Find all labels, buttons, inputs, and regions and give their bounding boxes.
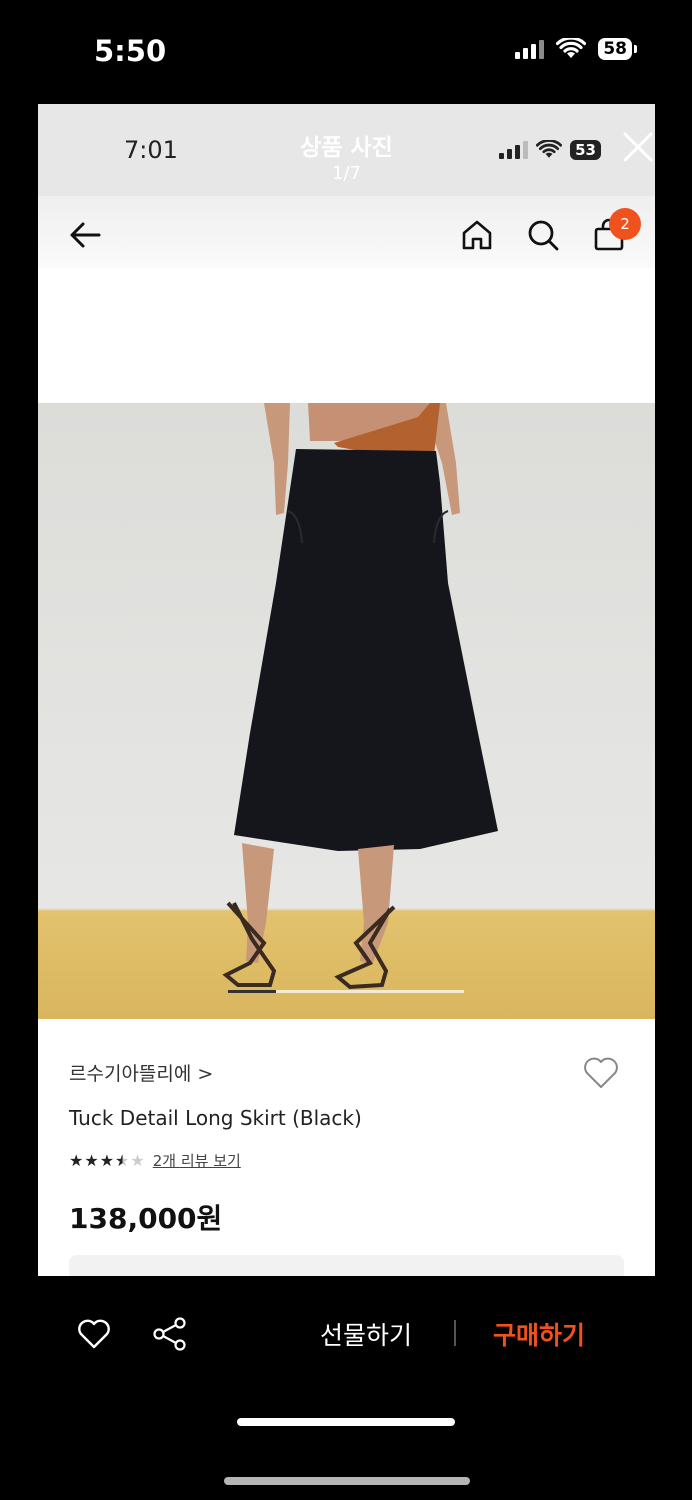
home-icon[interactable] [460, 218, 494, 252]
wifi-icon [536, 140, 563, 158]
buy-button[interactable]: 구매하기 [493, 1316, 585, 1352]
heart-icon[interactable] [581, 1053, 621, 1093]
product-screen: 7:01 상품 사진 1/7 53 2 르수기아뜰리에 > Tuck Detai… [38, 104, 655, 1276]
outer-status-bar: 5:50 58 [0, 0, 692, 104]
battery-indicator: 58 [598, 38, 637, 60]
product-price: 138,000원 [69, 1202, 223, 1235]
gift-button[interactable]: 선물하기 [320, 1316, 412, 1352]
rating-row: ★★★★★ 2개 리뷰 보기 [69, 1150, 241, 1171]
stars-filled: ★★★ [69, 1151, 116, 1170]
viewer-counter: 1/7 [332, 163, 361, 184]
signal-icon [499, 141, 529, 159]
stars-empty: ★ [130, 1151, 146, 1170]
outer-status-icons: 58 [514, 38, 637, 60]
outer-status-time: 5:50 [94, 34, 167, 68]
image-carousel-progress [228, 990, 276, 993]
signal-icon [515, 40, 545, 59]
inner-status-bar: 7:01 상품 사진 1/7 53 [38, 104, 655, 196]
close-icon[interactable] [621, 130, 655, 164]
home-indicator[interactable] [224, 1477, 470, 1485]
brand-link[interactable]: 르수기아뜰리에 > [69, 1059, 213, 1086]
star-half: ★ [115, 1151, 131, 1170]
wifi-icon [556, 38, 587, 58]
product-photo[interactable] [38, 403, 655, 1019]
product-name: Tuck Detail Long Skirt (Black) [69, 1106, 362, 1130]
search-icon[interactable] [526, 218, 560, 252]
inner-battery-indicator: 53 [570, 140, 601, 160]
review-link[interactable]: 2개 리뷰 보기 [153, 1150, 241, 1171]
back-arrow-icon[interactable] [68, 218, 102, 252]
share-icon[interactable] [152, 1316, 188, 1352]
inner-status-icons: 53 [498, 140, 601, 160]
inner-home-indicator [237, 1418, 455, 1426]
product-info: 르수기아뜰리에 > Tuck Detail Long Skirt (Black)… [38, 1019, 655, 1276]
action-separator [454, 1320, 456, 1346]
product-image-skirt [222, 403, 498, 990]
top-nav-bar [38, 196, 655, 268]
heart-icon[interactable] [76, 1316, 112, 1352]
option-box[interactable] [69, 1255, 624, 1276]
cart-count-badge: 2 [609, 208, 641, 240]
rating-stars: ★★★★★ [69, 1151, 146, 1170]
bottom-action-bar: 선물하기 구매하기 [0, 1276, 692, 1500]
